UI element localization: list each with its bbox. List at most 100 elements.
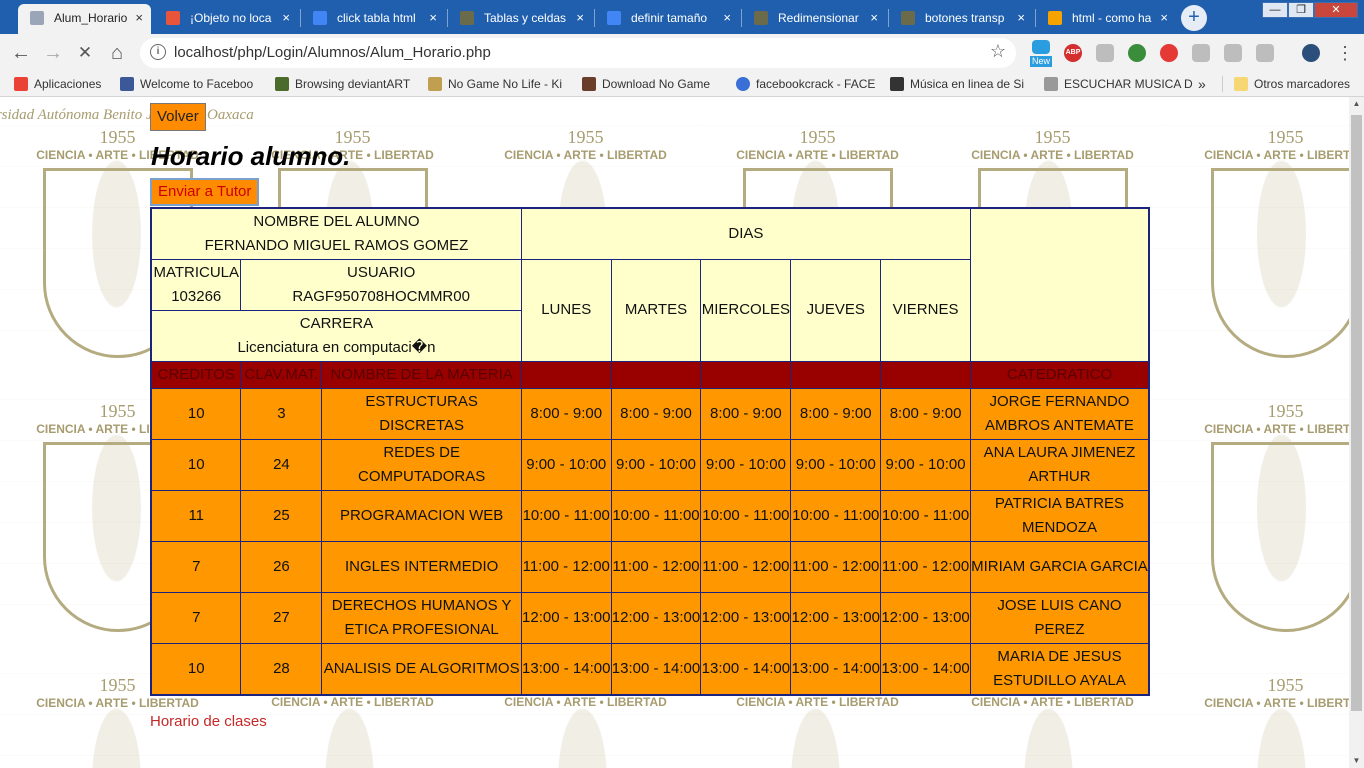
tab-definir-tamano[interactable]: definir tamaño × — [595, 4, 739, 34]
pdf-extension-icon[interactable] — [1224, 44, 1242, 62]
bookmark-label: Browsing deviantART — [295, 77, 411, 91]
folder-icon — [1234, 77, 1248, 91]
bookmark-label: Música en linea de Si — [910, 77, 1025, 91]
bookmark-no-game-no-life[interactable]: No Game No Life - Ki — [428, 75, 588, 93]
bookmark-label: No Game No Life - Ki — [448, 77, 563, 91]
table-row: 10 24 REDES DE COMPUTADORAS 9:00 - 10:00… — [150, 438, 1150, 491]
close-icon[interactable]: × — [1160, 4, 1168, 32]
bookmark-deviantart[interactable]: Browsing deviantART — [275, 75, 435, 93]
close-icon[interactable]: × — [135, 4, 143, 32]
clave-cell: 25 — [240, 489, 323, 542]
window-extension-icon[interactable] — [1256, 44, 1274, 62]
tab-tablas-y-celdas[interactable]: Tablas y celdas × — [448, 4, 592, 34]
forum-icon — [460, 11, 474, 25]
bookmarks-divider — [1222, 76, 1223, 92]
horario-de-clases-link[interactable]: Horario de clases — [150, 713, 267, 730]
bookmark-aplicaciones[interactable]: Aplicaciones — [14, 75, 130, 93]
carrera-label: CARRERA — [299, 314, 374, 332]
address-bar[interactable]: i localhost/php/Login/Alumnos/Alum_Horar… — [140, 38, 1016, 68]
watermark-motto: CIENCIA • ARTE • LIBERTAD — [971, 148, 1134, 162]
bookmark-download-no-game[interactable]: Download No Game — [582, 75, 738, 93]
tab-redimensionar[interactable]: Redimensionar × — [742, 4, 886, 34]
close-icon[interactable]: × — [1017, 4, 1025, 32]
adblock-plus-icon[interactable]: ABP — [1064, 44, 1082, 62]
forum-icon — [901, 11, 915, 25]
bookmarks-overflow-chevron-icon[interactable]: » — [1198, 75, 1206, 93]
col-creditos: CREDITOS — [150, 360, 242, 389]
weather-extension-icon[interactable] — [1032, 40, 1050, 54]
facebook-icon — [120, 77, 134, 91]
maximize-button[interactable]: ❐ — [1288, 2, 1314, 18]
back-button[interactable]: ← — [8, 40, 34, 66]
materia-cell: INGLES INTERMEDIO — [321, 540, 522, 593]
home-button[interactable]: ⌂ — [104, 40, 130, 66]
back-page-button[interactable]: Volver — [150, 103, 206, 131]
site-info-icon[interactable]: i — [150, 44, 166, 60]
send-to-tutor-button[interactable]: Enviar a Tutor — [150, 178, 260, 206]
puzzle-extension-icon[interactable] — [1096, 44, 1114, 62]
tab-click-tabla-html[interactable]: click tabla html × — [301, 4, 445, 34]
url-text[interactable]: localhost/php/Login/Alumnos/Alum_Horario… — [174, 44, 491, 61]
watermark-year: 1955 — [799, 127, 836, 147]
window-close-button[interactable]: ✕ — [1314, 2, 1358, 18]
watermark-motto: CIENCIA • ARTE • LIBERTAD — [1204, 422, 1349, 436]
university-watermark: 1955 CIENCIA • ARTE • LIBERTAD — [1188, 675, 1349, 710]
martes-time-cell: 12:00 - 13:00 — [610, 591, 702, 644]
tab-label: botones transp — [925, 11, 1005, 25]
close-icon[interactable]: × — [576, 4, 584, 32]
scroll-down-icon[interactable]: ▼ — [1349, 754, 1364, 768]
new-tab-button[interactable]: + — [1181, 5, 1207, 31]
university-watermark: CIENCIA • ARTE • LIBERTAD — [488, 695, 683, 709]
deviantart-icon — [275, 77, 289, 91]
scroll-up-icon[interactable]: ▲ — [1349, 97, 1364, 111]
creditos-cell: 10 — [150, 642, 242, 695]
minimize-button[interactable]: — — [1262, 2, 1288, 18]
menu-icon[interactable]: ⋮ — [1332, 40, 1358, 66]
bookmark-facebookcrack[interactable]: facebookcrack - FACE — [736, 75, 894, 93]
watermark-motto: CIENCIA • ARTE • LIBERTAD — [504, 148, 667, 162]
stop-button[interactable]: ✕ — [72, 40, 98, 66]
tab-html-como-ha[interactable]: html - como ha × — [1036, 4, 1176, 34]
university-watermark: CIENCIA • ARTE • LIBERTAD — [720, 695, 915, 709]
bookmark-escuchar-musica[interactable]: ESCUCHAR MUSICA D — [1044, 75, 1200, 93]
profile-avatar-icon[interactable] — [1302, 44, 1320, 62]
page-icon — [1044, 77, 1058, 91]
bookmark-label: ESCUCHAR MUSICA D — [1064, 77, 1193, 91]
vertical-scrollbar[interactable]: ▲ ▼ — [1349, 97, 1364, 768]
tab-alum-horario[interactable]: Alum_Horario × — [18, 4, 151, 34]
bookmark-facebook[interactable]: Welcome to Faceboo — [120, 75, 280, 93]
creditos-cell: 7 — [150, 540, 242, 593]
viernes-time-cell: 9:00 - 10:00 — [880, 438, 971, 491]
catedratico-cell: JORGE FERNANDO AMBROS ANTEMATE — [969, 387, 1150, 440]
bookmark-star-icon[interactable]: ☆ — [990, 41, 1006, 62]
close-icon[interactable]: × — [723, 4, 731, 32]
opera-extension-icon[interactable] — [1160, 44, 1178, 62]
days-header: DIAS — [520, 207, 971, 260]
globe-extension-icon[interactable] — [1128, 44, 1146, 62]
other-bookmarks[interactable]: Otros marcadores — [1234, 75, 1364, 93]
student-name-cell: NOMBRE DEL ALUMNO FERNANDO MIGUEL RAMOS … — [150, 207, 522, 260]
close-icon[interactable]: × — [870, 4, 878, 32]
watermark-motto: CIENCIA • ARTE • LIBERTAD — [271, 695, 434, 709]
close-icon[interactable]: × — [429, 4, 437, 32]
scrollbar-thumb[interactable] — [1351, 115, 1362, 711]
camera-extension-icon[interactable] — [1192, 44, 1210, 62]
col-blank — [790, 360, 882, 389]
catedratico-cell: MIRIAM GARCIA GARCIA — [969, 540, 1150, 593]
lunes-time-cell: 8:00 - 9:00 — [520, 387, 612, 440]
close-icon[interactable]: × — [282, 4, 290, 32]
google-icon — [313, 11, 327, 25]
forward-button[interactable]: → — [40, 40, 66, 66]
day-viernes: VIERNES — [880, 258, 971, 362]
tab-objeto-no-loca[interactable]: ¡Objeto no loca × — [154, 4, 298, 34]
clave-cell: 27 — [240, 591, 323, 644]
table-row: 7 26 INGLES INTERMEDIO 11:00 - 12:00 11:… — [150, 540, 1150, 593]
tab-botones-transp[interactable]: botones transp × — [889, 4, 1033, 34]
table-row: 7 27 DERECHOS HUMANOS Y ETICA PROFESIONA… — [150, 591, 1150, 644]
bookmark-musica-en-linea[interactable]: Música en linea de Si — [890, 75, 1046, 93]
shield-icon — [428, 77, 442, 91]
google-icon — [607, 11, 621, 25]
university-watermark: Universidad Autónoma Benito Juárez de Oa… — [0, 107, 254, 124]
jueves-time-cell: 10:00 - 11:00 — [790, 489, 882, 542]
lunes-time-cell: 13:00 - 14:00 — [520, 642, 612, 695]
